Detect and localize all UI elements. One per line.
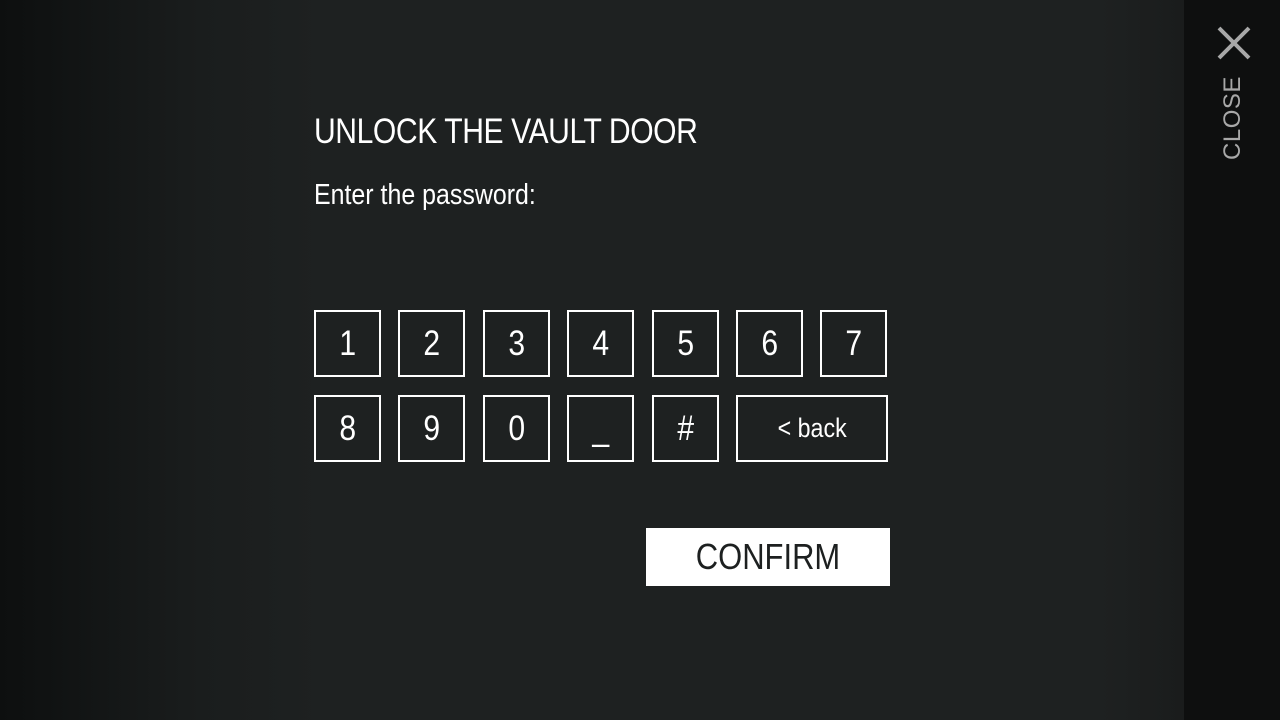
key-label: # xyxy=(677,408,694,448)
page-title: UNLOCK THE VAULT DOOR xyxy=(314,112,698,151)
key-9[interactable]: 9 xyxy=(398,395,465,462)
key-4[interactable]: 4 xyxy=(567,310,634,377)
key-0[interactable]: 0 xyxy=(483,395,550,462)
key-7[interactable]: 7 xyxy=(820,310,887,377)
key-8[interactable]: 8 xyxy=(314,395,381,462)
password-prompt: Enter the password: xyxy=(314,179,536,211)
key-label: 3 xyxy=(508,323,525,363)
key-label: 0 xyxy=(508,408,525,448)
password-display xyxy=(314,240,888,280)
key-label: 1 xyxy=(339,323,356,363)
key-3[interactable]: 3 xyxy=(483,310,550,377)
key-underscore[interactable]: _ xyxy=(567,395,634,462)
key-label: _ xyxy=(592,408,609,448)
key-label: 8 xyxy=(339,408,356,448)
back-key[interactable]: < back xyxy=(736,395,888,462)
close-icon[interactable] xyxy=(1216,25,1252,61)
key-label: 6 xyxy=(761,323,778,363)
key-2[interactable]: 2 xyxy=(398,310,465,377)
key-6[interactable]: 6 xyxy=(736,310,803,377)
key-label: 7 xyxy=(845,323,862,363)
confirm-label: CONFIRM xyxy=(695,536,841,577)
key-hash[interactable]: # xyxy=(652,395,719,462)
key-label: 5 xyxy=(677,323,694,363)
close-label[interactable]: CLOSE xyxy=(1219,76,1247,160)
key-label: 2 xyxy=(423,323,440,363)
key-1[interactable]: 1 xyxy=(314,310,381,377)
key-label: 4 xyxy=(592,323,609,363)
back-key-label: < back xyxy=(777,413,847,443)
confirm-button[interactable]: CONFIRM xyxy=(646,528,890,586)
key-5[interactable]: 5 xyxy=(652,310,719,377)
key-label: 9 xyxy=(423,408,440,448)
